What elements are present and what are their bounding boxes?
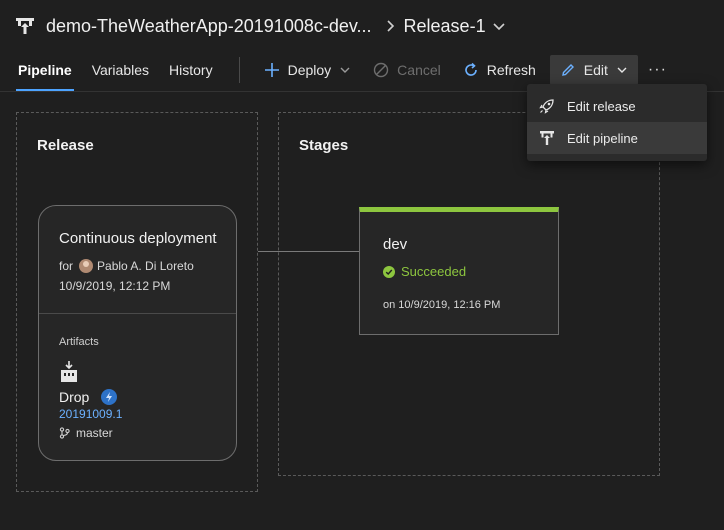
refresh-icon	[464, 62, 477, 76]
avatar	[79, 259, 94, 273]
trigger-title: Continuous deployment	[59, 230, 217, 247]
stage-status-text: Succeeded	[401, 264, 467, 279]
cancel-label: Cancel	[397, 62, 441, 78]
edit-label: Edit	[583, 62, 608, 78]
stage-name: dev	[383, 236, 408, 253]
branch-name: master	[76, 426, 113, 440]
rocket-icon	[539, 99, 554, 114]
pencil-icon	[561, 64, 574, 76]
breadcrumb: demo-TheWeatherApp-20191008c-dev... Rele…	[14, 12, 506, 40]
release-trigger-card[interactable]: Continuous deployment for Pablo A. Di Lo…	[38, 205, 237, 461]
toolbar-divider	[238, 57, 240, 83]
stages-lane-title: Stages	[299, 137, 349, 154]
pipeline-name[interactable]: demo-TheWeatherApp-20191008c-dev...	[46, 16, 372, 37]
menu-item-edit-release[interactable]: Edit release	[527, 90, 707, 122]
lightning-icon	[101, 389, 118, 405]
branch-icon	[59, 427, 70, 439]
release-lane-title: Release	[37, 137, 94, 154]
stage-time: on 10/9/2019, 12:16 PM	[383, 299, 501, 311]
check-circle-icon	[383, 265, 395, 278]
artifact-name: Drop	[59, 389, 118, 405]
stage-card-dev[interactable]: dev Succeeded on 10/9/2019, 12:16 PM	[359, 207, 559, 335]
card-divider	[39, 313, 236, 314]
chevron-down-icon	[340, 67, 350, 73]
menu-item-edit-pipeline[interactable]: Edit pipeline	[527, 122, 707, 154]
refresh-button[interactable]: Refresh	[455, 55, 544, 85]
chevron-right-icon	[386, 20, 394, 32]
refresh-label: Refresh	[486, 62, 536, 78]
artifact-name-text: Drop	[59, 389, 90, 405]
trigger-date: 10/9/2019, 12:12 PM	[59, 279, 171, 293]
artifacts-label: Artifacts	[59, 336, 99, 348]
plus-icon	[264, 63, 279, 77]
release-pipeline-icon	[16, 18, 34, 34]
menu-item-label: Edit pipeline	[567, 130, 638, 146]
edit-dropdown-menu: Edit release Edit pipeline	[527, 84, 707, 161]
deploy-label: Deploy	[287, 62, 332, 78]
trigger-user: for Pablo A. Di Loreto	[59, 259, 194, 273]
tab-variables[interactable]: Variables	[82, 53, 159, 87]
stage-connector	[258, 251, 360, 252]
chevron-down-icon	[617, 67, 627, 73]
trigger-user-name: Pablo A. Di Loreto	[97, 259, 194, 273]
build-artifact-icon	[61, 361, 77, 382]
artifact-version-link[interactable]: 20191009.1	[59, 407, 122, 421]
release-name[interactable]: Release-1	[404, 16, 486, 37]
deploy-button[interactable]: Deploy	[256, 55, 360, 85]
header: demo-TheWeatherApp-20191008c-dev... Rele…	[0, 0, 724, 92]
more-options-button[interactable]: ···	[648, 61, 667, 79]
trigger-for-prefix: for	[59, 259, 74, 273]
chevron-down-icon[interactable]	[492, 19, 506, 33]
tab-history[interactable]: History	[159, 53, 223, 87]
edit-button[interactable]: Edit	[549, 55, 638, 85]
menu-item-label: Edit release	[567, 98, 636, 114]
stage-status: Succeeded	[383, 264, 466, 279]
artifact-branch: master	[59, 426, 113, 440]
cancel-button[interactable]: Cancel	[365, 55, 449, 85]
tab-pipeline[interactable]: Pipeline	[8, 53, 82, 91]
cancel-icon	[373, 62, 389, 78]
pipeline-icon	[540, 131, 554, 145]
